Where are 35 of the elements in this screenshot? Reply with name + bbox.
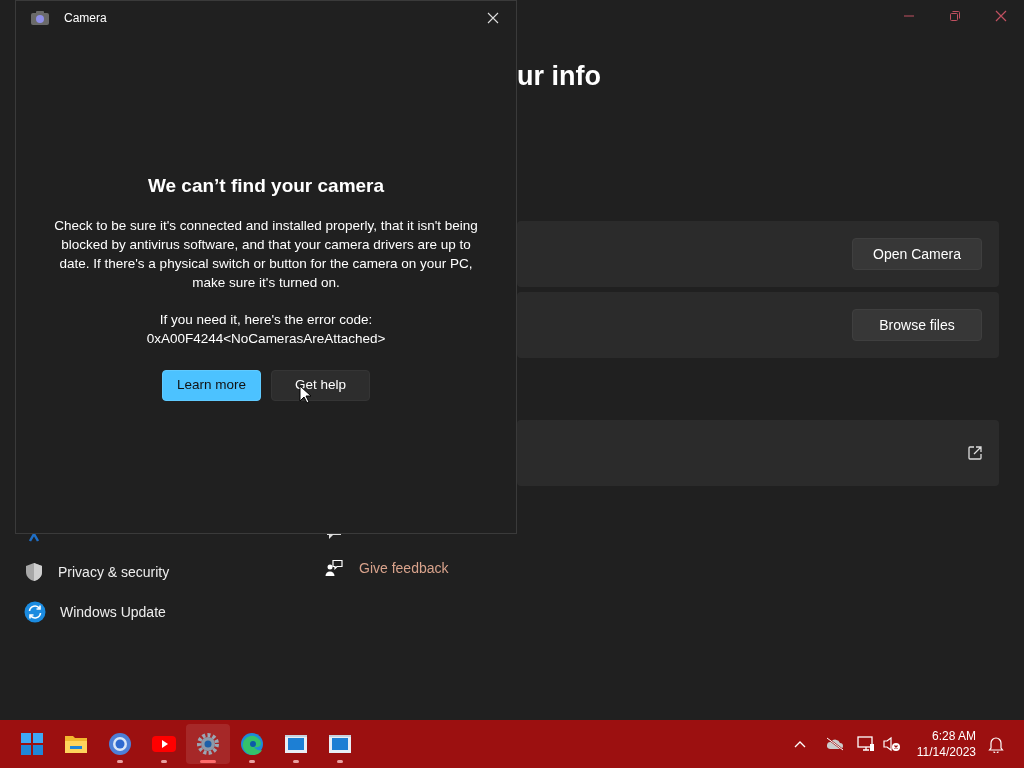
dialog-button[interactable]: Learn more xyxy=(162,369,261,401)
taskbar-button[interactable] xyxy=(186,724,230,764)
close-icon xyxy=(995,10,1007,22)
error-code-text: 0xA00F4244<NoCamerasAreAttached> xyxy=(146,329,386,348)
network-icon[interactable] xyxy=(856,736,875,752)
gear-icon xyxy=(196,732,220,756)
card-button[interactable]: Open Camera xyxy=(852,238,982,270)
window-title: Camera xyxy=(64,10,107,27)
external-link-icon[interactable] xyxy=(968,446,982,460)
page-heading: ur info xyxy=(517,61,601,91)
notification-bell-icon[interactable] xyxy=(988,735,1004,753)
browser-icon xyxy=(240,732,264,756)
help-link[interactable]: Give feedback xyxy=(359,557,449,579)
dialog-heading: We can’t find your camera xyxy=(147,174,385,198)
app-window-icon xyxy=(284,732,308,756)
dialog-button[interactable]: Get help xyxy=(271,369,370,401)
restore-icon xyxy=(949,10,961,22)
speaker-muted-icon[interactable] xyxy=(882,736,901,752)
clock-time[interactable]: 6:28 AM xyxy=(931,728,976,744)
sidebar-item[interactable]: Windows Update xyxy=(60,601,166,623)
camera-icon xyxy=(31,11,49,25)
update-icon xyxy=(24,601,46,623)
sidebar-item[interactable]: Privacy & security xyxy=(58,561,170,583)
close-icon xyxy=(487,12,499,24)
feedback-icon xyxy=(325,559,343,577)
shield-icon xyxy=(24,562,44,582)
cloud-off-icon[interactable] xyxy=(825,737,844,751)
app-window-icon xyxy=(328,732,352,756)
card-button[interactable]: Browse files xyxy=(852,309,982,341)
chevron-up-icon[interactable] xyxy=(793,740,806,748)
browser-icon xyxy=(108,732,132,756)
error-message: Check to be sure it's connected and installed properly, that it isn't being blocked by antivirus software, and that your camera drivers are up to date. If there's a physical switch or button for the camera on your PC, make sure it's turned on. xyxy=(53,216,479,292)
error-code-text: If you need it, here's the error code: xyxy=(159,310,373,329)
clock-date[interactable]: 11/14/2023 xyxy=(916,744,976,760)
start-icon xyxy=(20,732,44,756)
